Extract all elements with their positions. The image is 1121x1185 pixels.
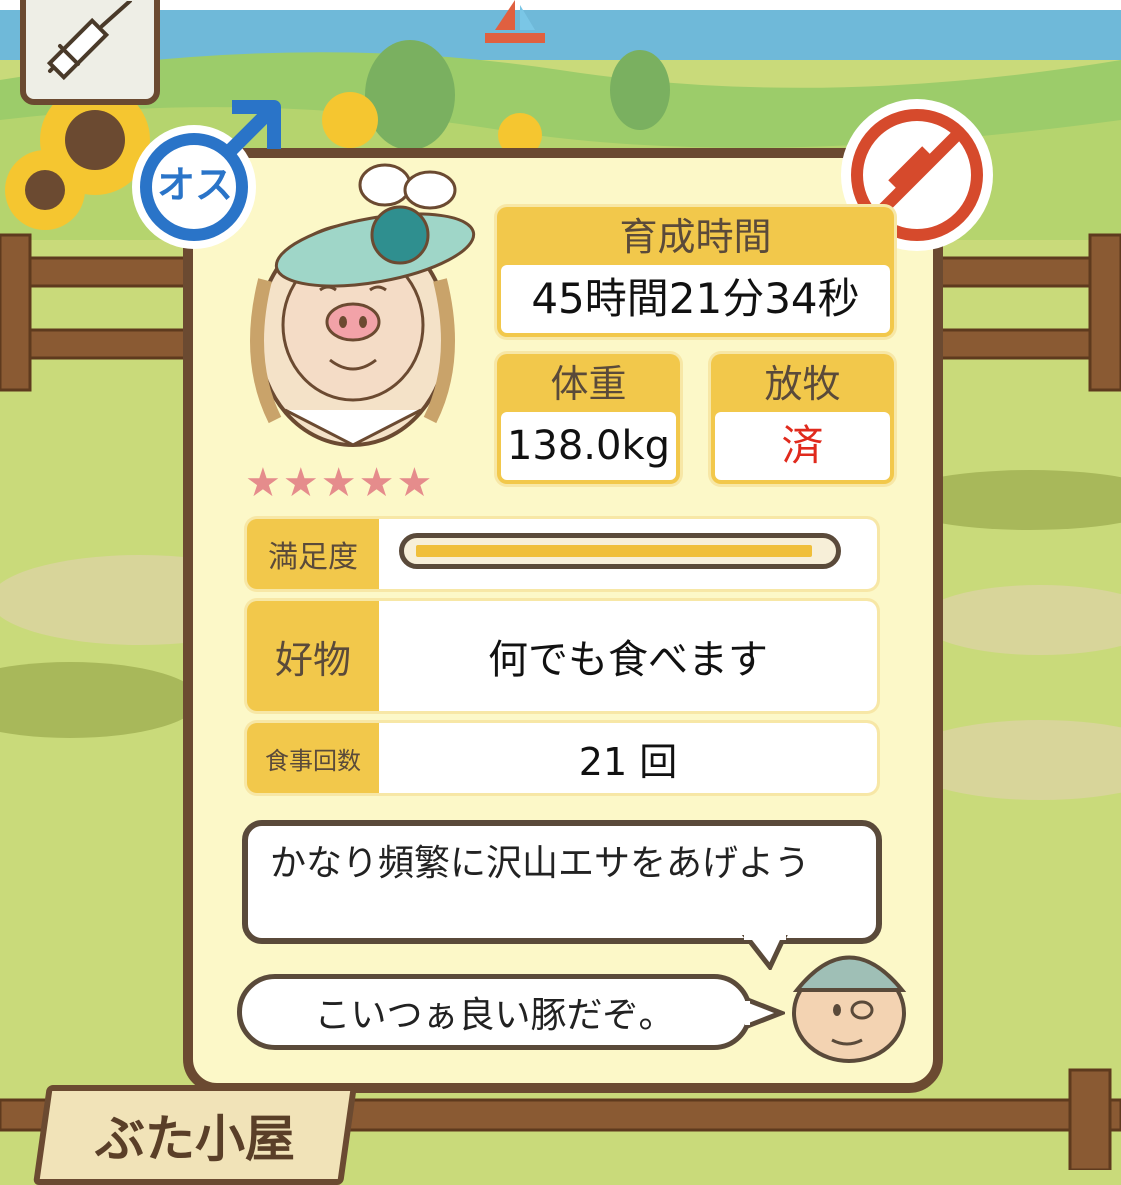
satisfaction-gauge-fill <box>416 545 812 557</box>
satisfaction-row: 満足度 <box>247 519 877 589</box>
satisfaction-gauge <box>399 533 841 569</box>
favorite-food-row: 好物 何でも食べます <box>247 601 877 711</box>
satisfaction-gauge-area <box>379 519 877 589</box>
graze-status: 済 <box>715 412 890 480</box>
rating-stars: ★★★★★ <box>245 460 435 506</box>
raising-time-box: 育成時間 45時間21分34秒 <box>497 207 894 337</box>
gender-label: オス <box>156 163 233 207</box>
weight-value: 138.0kg <box>501 412 676 480</box>
raising-time-value: 45時間21分34秒 <box>501 265 890 333</box>
pig-hut-sign-label: ぶた小屋 <box>95 1110 295 1168</box>
pig-hut-sign[interactable]: ぶた小屋 <box>32 1085 358 1185</box>
raising-time-label: 育成時間 <box>619 215 772 259</box>
favorite-food-label: 好物 <box>274 637 351 682</box>
comment-bubble: こいつぁ良い豚だぞ。 <box>237 974 752 1050</box>
meal-count-value: 21 回 <box>379 723 877 793</box>
satisfaction-label: 満足度 <box>268 540 358 575</box>
meal-count-label: 食事回数 <box>265 746 361 775</box>
favorite-food-value: 何でも食べます <box>379 601 877 711</box>
comment-bubble-tail <box>745 996 785 1030</box>
graze-label: 放牧 <box>764 362 841 406</box>
advice-bubble: かなり頻繁に沢山エサをあげよう <box>242 820 882 944</box>
farmer-face-icon <box>792 955 907 1063</box>
meal-count-row: 食事回数 21 回 <box>247 723 877 793</box>
graze-box: 放牧 済 <box>711 354 894 484</box>
weight-box: 体重 138.0kg <box>497 354 680 484</box>
weight-label: 体重 <box>550 362 627 406</box>
syringe-icon <box>40 0 140 85</box>
vaccine-button[interactable] <box>20 0 160 105</box>
